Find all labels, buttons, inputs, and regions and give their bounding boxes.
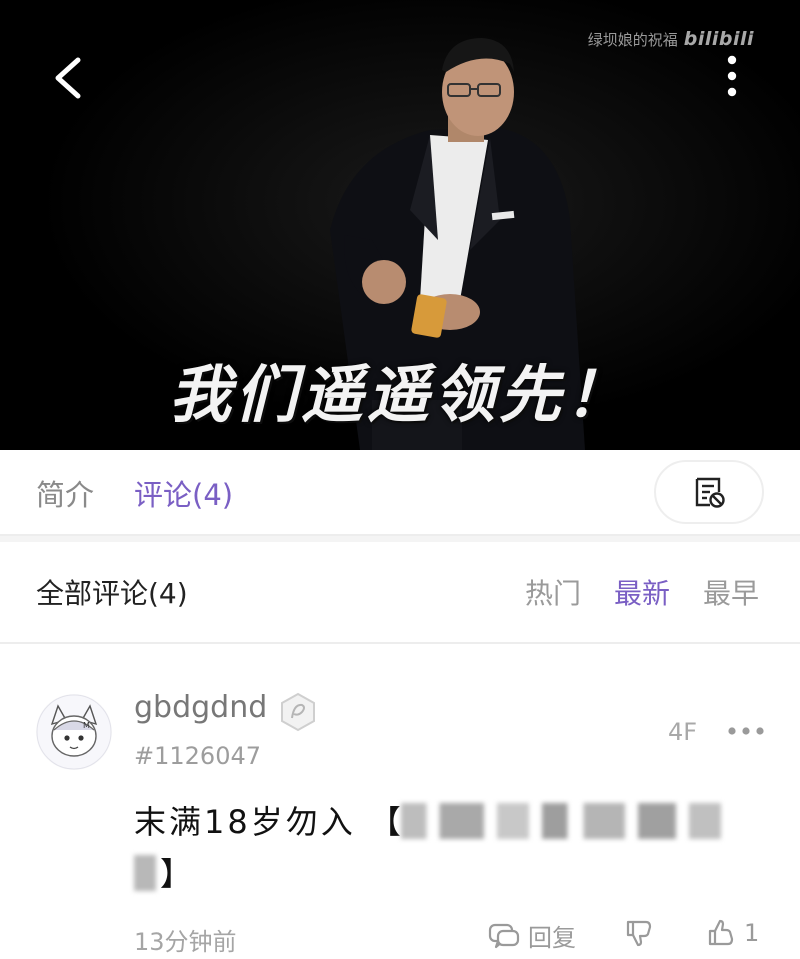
comment-text: 末满18岁勿入 — [134, 803, 356, 841]
tab-intro[interactable]: 简介 — [36, 472, 94, 514]
comment-time: 13分钟前 — [134, 928, 237, 956]
like-icon — [708, 919, 734, 946]
blurred-content — [400, 803, 721, 839]
comment-user-id: #1126047 — [134, 742, 261, 770]
badge-icon — [281, 692, 315, 732]
tab-comments[interactable]: 评论(4) — [134, 472, 233, 514]
blurred-content-tail — [134, 855, 156, 891]
comment-username[interactable]: gbdgdnd — [134, 690, 267, 725]
video-subtitle: 我们遥遥领先！ — [168, 358, 631, 431]
comments-header: 全部评论(4) 热门 最新 最早 — [0, 542, 800, 644]
like-button[interactable]: 1 — [706, 918, 759, 948]
avatar-image: M — [36, 694, 112, 770]
comment-bracket-open: 【 — [368, 803, 401, 841]
reply-icon — [488, 923, 520, 948]
comment-more-button[interactable] — [726, 720, 766, 742]
video-player[interactable]: 绿坝娘的祝福 bilibili 我们遥遥领先！ — [0, 0, 800, 450]
watermark-text: 绿坝娘的祝福 — [587, 30, 678, 49]
bilibili-logo: bilibili — [683, 28, 754, 50]
reply-label: 回复 — [528, 924, 576, 952]
more-options-button[interactable] — [712, 52, 752, 100]
comment-content: 末满18岁勿入 【 】 — [134, 796, 774, 900]
content-tabs: 简介 评论(4) — [0, 450, 800, 536]
svg-text:M: M — [83, 721, 90, 730]
like-count: 1 — [744, 919, 760, 947]
more-horizontal-icon — [728, 727, 764, 735]
comment-item: M gbdgdnd #1126047 4F 末满18岁勿入 【 】 13分钟前 … — [0, 646, 800, 959]
avatar[interactable]: M — [36, 694, 112, 770]
comment-floor: 4F — [668, 718, 698, 746]
comment-bracket-close: 】 — [160, 855, 193, 893]
all-comments-label: 全部评论(4) — [36, 577, 188, 610]
back-arrow-icon — [55, 57, 81, 99]
video-watermark: 绿坝娘的祝福 bilibili — [588, 28, 754, 50]
reply-button[interactable]: 回复 — [488, 918, 576, 953]
back-button[interactable] — [44, 50, 94, 106]
more-vertical-icon — [727, 55, 737, 97]
sort-hot-button[interactable]: 热门 — [525, 572, 581, 612]
danmaku-toggle-button[interactable] — [654, 460, 764, 524]
dislike-icon — [626, 920, 652, 947]
sort-earliest-button[interactable]: 最早 — [703, 572, 759, 612]
dislike-button[interactable] — [624, 918, 654, 948]
sort-newest-button[interactable]: 最新 — [614, 572, 670, 612]
danmaku-settings-icon — [695, 477, 725, 508]
